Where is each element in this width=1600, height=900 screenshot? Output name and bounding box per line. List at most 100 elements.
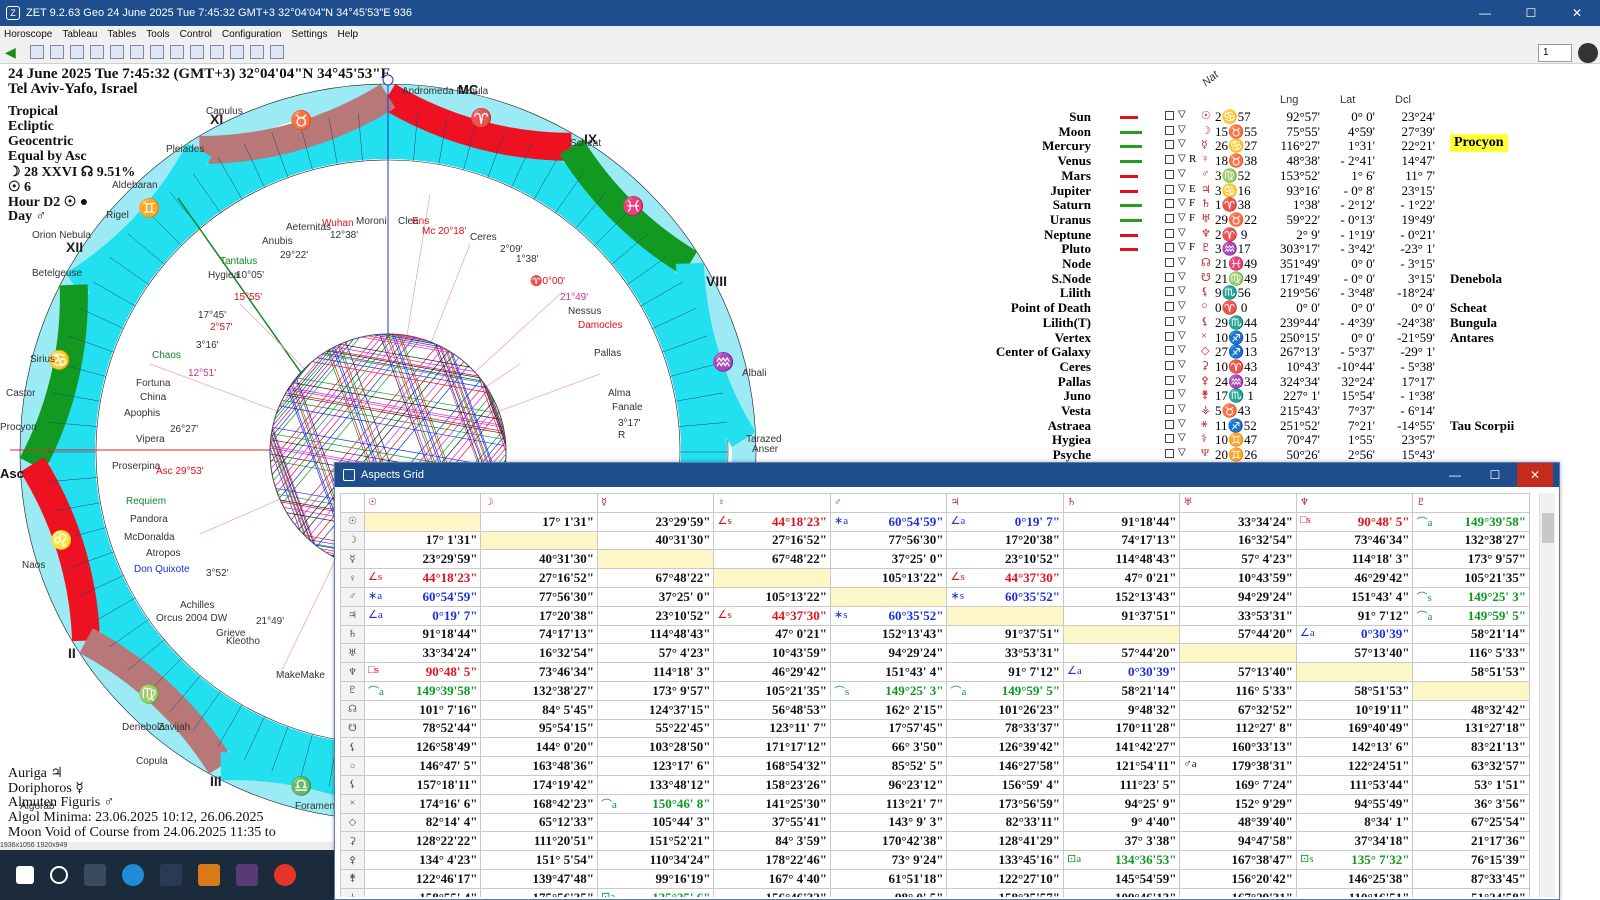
planet-row[interactable]: Pallas ▽ ⚴ 24♒34 324°34' 32°24' 17°17' [975,374,1575,389]
save-chart-tool-icon[interactable] [70,45,84,59]
mc-marker-icon[interactable] [382,74,394,86]
grid-row-header[interactable]: ♅ [340,643,365,664]
aspect-cell[interactable]: 10°43'59" [713,643,831,664]
aspects-maximize-button[interactable]: ☐ [1477,463,1513,487]
body-label[interactable]: 21°49' [256,616,284,627]
aspect-cell[interactable]: ∠a 0°30'39" [1062,662,1181,682]
aspect-cell[interactable]: 173°56'59" [946,793,1064,814]
body-label[interactable]: 3°17' [618,418,641,429]
aspect-cell[interactable]: 123°11' 7" [713,718,831,739]
grid-view-tool-icon[interactable] [150,45,164,59]
grid-row-header[interactable]: ⚸ [340,774,365,795]
aspect-cell[interactable]: □s 90°48' 5" [363,662,482,682]
planet-toggle-icon[interactable]: ▽ [1178,271,1186,282]
aspect-cell[interactable]: 169°40'49" [1295,718,1414,739]
planet-row[interactable]: Juno ▽ ⚵ 17♏ 1 227° 1' 15°54' - 1°38' [975,388,1575,403]
aspect-cell[interactable]: 146°47' 5" [363,756,482,776]
aspect-cell[interactable]: 151° 5'54" [480,850,598,870]
aspect-cell[interactable]: 33°34'24" [1179,511,1297,532]
aspect-cell[interactable]: 112°27' 8" [1179,718,1297,739]
aspect-cell[interactable]: ∠a 0°30'39" [1295,624,1414,645]
aspect-cell[interactable]: 73°46'34" [480,662,598,682]
scroll-thumb[interactable] [1542,513,1554,543]
aspect-cell[interactable]: ⊡a 134°36'53" [1062,850,1181,870]
aspect-cell[interactable]: 101° 7'16" [363,699,482,720]
body-label[interactable]: 2°57' [210,322,233,333]
aspect-cell[interactable]: 132°38'27" [480,680,598,701]
grid-diagonal-cell[interactable] [480,530,598,551]
aspect-cell[interactable]: 128°41'29" [946,831,1064,852]
aspect-cell[interactable]: 47° 0'21" [713,624,831,645]
aspect-cell[interactable]: 167°38'47" [1179,850,1297,870]
body-label[interactable]: 17°45' [198,310,226,321]
aspect-cell[interactable]: 157°18'11" [363,774,482,795]
aspect-cell[interactable]: 48°39'40" [1179,812,1297,833]
info-tool-icon[interactable] [250,45,264,59]
body-label[interactable]: Nessus [568,306,601,317]
planet-toggle-icon[interactable]: ▽ [1178,109,1186,120]
aspect-cell[interactable]: 116° 5'33" [1412,643,1530,664]
body-label[interactable]: 29°22' [280,250,308,261]
planet-checkbox[interactable] [1165,346,1174,356]
aspect-cell[interactable]: ⊡s 135° 7'32" [1295,850,1414,870]
aspect-cell[interactable]: ⌒s 149°25' 3" [829,680,948,701]
aspect-cell[interactable]: 84° 5'45" [480,699,598,720]
aspect-cell[interactable]: 82°33'11" [946,812,1064,833]
aspect-cell[interactable]: ⊡a 135°25' 6" [596,887,715,897]
grid-diagonal-cell[interactable] [1295,662,1414,682]
aspect-cell[interactable]: 94°29'24" [829,643,948,664]
aspect-cell[interactable]: 61°51'18" [829,868,948,889]
body-label[interactable]: Pandora [130,514,168,525]
aspect-cell[interactable]: 33°53'31" [946,643,1064,664]
aspect-cell[interactable]: 67°25'54" [1412,812,1530,833]
planet-row[interactable]: Vesta ▽ ⚶ 5♉43 215°43' 7°37' - 6°14' [975,403,1575,418]
menu-horoscope[interactable]: Horoscope [4,29,52,40]
chrome-browser-icon[interactable] [274,864,296,886]
aspect-cell[interactable]: 122°27'10" [946,868,1064,889]
aspect-cell[interactable]: 9°48'32" [1062,699,1181,720]
print-chart-tool-icon[interactable] [90,45,104,59]
grid-row-header[interactable]: ☉ [340,511,365,532]
aspect-cell[interactable]: 91° 7'12" [1295,605,1414,626]
planet-row[interactable]: Vertex ▽ × 10♐15 250°15' 0° 0' -21°59' Antares [975,330,1575,345]
aspect-cell[interactable]: 110°16'51" [1295,887,1414,897]
aspect-cell[interactable]: 63°32'57" [1412,756,1530,776]
body-label[interactable]: Hygiea [208,270,240,281]
planet-toggle-icon[interactable]: ▽ [1178,241,1186,252]
aspect-cell[interactable]: ∠s 44°18'23" [363,568,482,588]
grid-row-header[interactable]: ☋ [340,718,365,739]
aspect-cell[interactable]: 76°15'39" [1412,850,1530,870]
aspect-cell[interactable]: 56°48'53" [713,699,831,720]
aspect-cell[interactable]: ∗a 60°54'59" [829,511,948,532]
aspect-cell[interactable]: 158°55' 4" [363,887,482,897]
body-label[interactable]: 26°27' [170,424,198,435]
grid-row-header[interactable]: ♀ [340,568,365,588]
aspect-cell[interactable]: 170°11'28" [1062,718,1181,739]
grid-row-header[interactable]: ☊ [340,699,365,720]
start-windows-icon[interactable] [16,866,34,884]
aspect-cell[interactable]: 55°22'45" [596,718,715,739]
planet-checkbox[interactable] [1165,449,1174,459]
menu-control[interactable]: Control [180,29,212,40]
planet-toggle-icon[interactable]: ▽ [1178,300,1186,311]
planet-toggle-icon[interactable]: ▽ [1178,168,1186,179]
planet-checkbox[interactable] [1165,140,1174,150]
aspect-cell[interactable]: 94°25' 9" [1062,793,1181,814]
planet-row[interactable]: Lilith(T) ▽ ⚸ 29♏44 239°44' - 4°39' -24°38' Bun… [975,315,1575,330]
aspect-cell[interactable]: 105°21'35" [1412,568,1530,588]
aspect-cell[interactable]: 131°27'18" [1412,718,1530,739]
menu-settings[interactable]: Settings [291,29,327,40]
body-label[interactable]: Pallas [594,348,621,359]
menu-configuration[interactable]: Configuration [222,29,281,40]
planet-toggle-icon[interactable]: ▽ [1178,388,1186,399]
planet-checkbox[interactable] [1165,405,1174,414]
body-label[interactable]: Proserpina [112,461,161,472]
aspect-cell[interactable]: 95°54'15" [480,718,598,739]
aspect-cell[interactable]: 111°20'51" [480,831,598,852]
planet-row[interactable]: Neptune ▽ ♆ 2♈ 9 2° 9' - 1°19' - 0°21' [975,227,1575,242]
aspect-cell[interactable]: 94°29'24" [1179,586,1297,607]
planet-toggle-icon[interactable]: ▽ [1178,138,1186,149]
aspect-cell[interactable]: 17°20'38" [946,530,1064,551]
planet-checkbox[interactable] [1165,213,1174,223]
planet-checkbox[interactable] [1165,360,1174,370]
